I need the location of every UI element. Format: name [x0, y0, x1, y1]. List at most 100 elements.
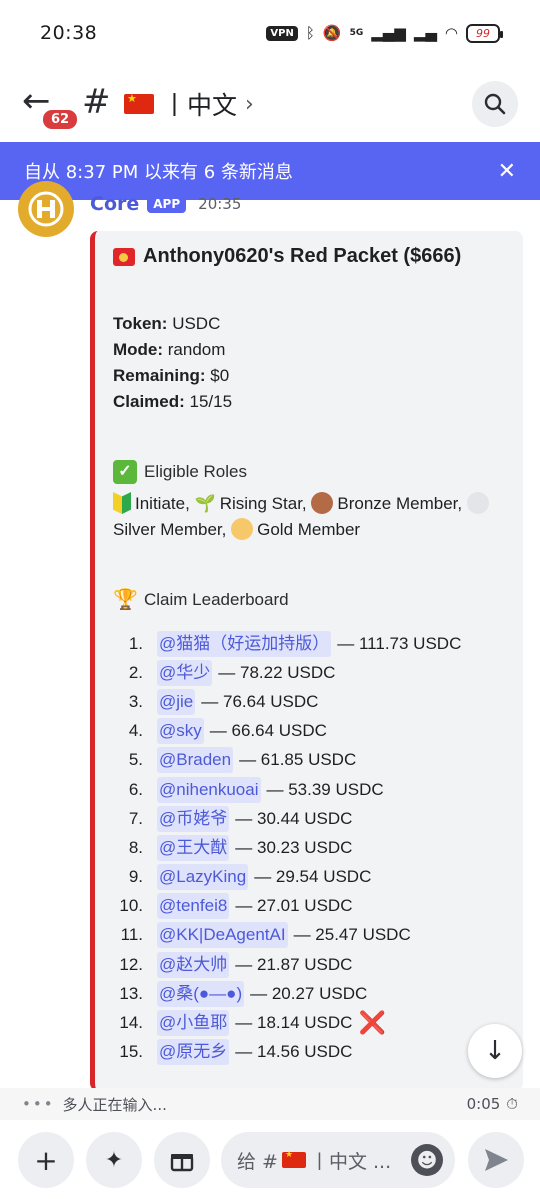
- jump-to-bottom-button[interactable]: ↓: [468, 1024, 522, 1078]
- wifi-icon: ◠: [444, 24, 458, 42]
- rank-number: 9.: [128, 867, 143, 887]
- user-mention[interactable]: @原无乡: [157, 1039, 230, 1066]
- user-mention[interactable]: @华少: [157, 659, 213, 686]
- signal-off-icon: ▂▄: [413, 24, 437, 42]
- user-mention[interactable]: @tenfei8: [157, 893, 230, 920]
- send-button[interactable]: [468, 1132, 524, 1188]
- input-placeholder-channel: 丨中文 ...: [309, 1150, 392, 1173]
- leaderboard-row: 11. @KK|DeAgentAI — 25.47 USDC: [113, 921, 507, 950]
- user-mention[interactable]: @sky: [157, 718, 204, 745]
- rank-number: 3.: [128, 691, 143, 711]
- claim-amount: — 53.39 USDC: [266, 779, 384, 799]
- leaderboard-row: 6. @nihenkuoai — 53.39 USDC: [113, 775, 507, 804]
- role-bronze: Bronze Member,: [337, 494, 463, 513]
- rank-number: 8.: [128, 837, 143, 857]
- leaderboard-row: 10. @tenfei8— 27.01 USDC: [113, 892, 507, 921]
- status-time: 20:38: [40, 22, 98, 44]
- user-mention[interactable]: @币姥爷: [157, 805, 230, 832]
- app-badge: APP: [147, 195, 187, 213]
- cross-mark-icon: ❌: [358, 1010, 386, 1036]
- user-mention[interactable]: @jie: [157, 688, 196, 715]
- beginner-badge-icon: [113, 492, 131, 514]
- leaderboard-row: 1. @猫猫（好运加持版） — 111.73 USDC: [113, 629, 507, 658]
- field-mode: Mode: random: [113, 340, 226, 359]
- channel-header: ← 62 # 丨中文 ›: [0, 76, 540, 132]
- rank-number: 15.: [119, 1042, 143, 1062]
- claim-amount: — 66.64 USDC: [209, 721, 327, 741]
- leaderboard-row: 13. @桑(●—●) — 20.27 USDC: [113, 979, 507, 1008]
- claim-amount: — 20.27 USDC: [250, 983, 368, 1003]
- add-button[interactable]: +: [18, 1132, 74, 1188]
- banner-text: 自从 8:37 PM 以来有 6 条新消息: [24, 162, 293, 183]
- leaderboard-row: 14. @小鱼耶 — 18.14 USDC ❌: [113, 1008, 507, 1037]
- embed-fields: Token: USDC Mode: random Remaining: $0 C…: [113, 311, 507, 415]
- red-packet-embed: Anthony0620's Red Packet ($666) Token: U…: [90, 231, 523, 1091]
- typing-text: 多人正在输入...: [62, 1095, 167, 1114]
- claim-amount: — 29.54 USDC: [254, 867, 372, 887]
- channel-title[interactable]: 丨中文 ›: [124, 86, 254, 122]
- field-token: Token: USDC: [113, 314, 221, 333]
- user-mention[interactable]: @赵大帅: [157, 951, 230, 978]
- bronze-circle-icon: [311, 492, 334, 514]
- claim-amount: — 30.23 USDC: [235, 837, 353, 857]
- claim-amount: — 14.56 USDC: [235, 1042, 353, 1062]
- new-messages-banner[interactable]: 自从 8:37 PM 以来有 6 条新消息 ✕: [0, 142, 540, 200]
- user-mention[interactable]: @桑(●—●): [157, 980, 245, 1007]
- gold-circle-icon: [231, 518, 254, 540]
- search-icon: [484, 93, 506, 115]
- trophy-icon: 🏆: [113, 589, 138, 611]
- red-envelope-icon: [113, 247, 135, 266]
- claim-amount: — 27.01 USDC: [235, 896, 353, 916]
- field-claimed: Claimed: 15/15: [113, 392, 233, 411]
- embed-title: Anthony0620's Red Packet ($666): [113, 245, 507, 268]
- author-name[interactable]: Core: [90, 193, 139, 215]
- channel-name: 丨中文: [162, 91, 238, 120]
- rank-number: 11.: [120, 925, 143, 945]
- input-placeholder-prefix: 给 #: [237, 1150, 278, 1173]
- arrow-down-icon: ↓: [484, 1036, 506, 1066]
- status-icons: VPN ᛒ 🔕 5G ▂▄▆ ▂▄ ◠ 99: [266, 23, 503, 43]
- emoji-icon[interactable]: ☻: [411, 1144, 443, 1176]
- typing-dots-icon: •••: [22, 1095, 55, 1113]
- unread-badge: 62: [40, 107, 81, 132]
- battery-icon: 99: [466, 23, 503, 43]
- user-mention[interactable]: @小鱼耶: [157, 1010, 230, 1037]
- user-mention[interactable]: @LazyKing: [157, 864, 249, 891]
- rank-number: 1.: [128, 633, 143, 653]
- avatar[interactable]: [18, 181, 74, 237]
- apps-button[interactable]: ✦: [86, 1132, 142, 1188]
- role-gold: Gold Member: [257, 520, 361, 539]
- rank-number: 6.: [128, 779, 143, 799]
- rank-number: 13.: [119, 983, 143, 1003]
- leaderboard-row: 3. @jie — 76.64 USDC: [113, 687, 507, 716]
- claim-amount: — 30.44 USDC: [235, 808, 353, 828]
- user-mention[interactable]: @猫猫（好运加持版）: [157, 630, 332, 657]
- message-header: Core APP 20:35: [90, 193, 241, 215]
- stopwatch-icon: ⏱: [506, 1095, 518, 1113]
- claim-amount: — 25.47 USDC: [293, 925, 411, 945]
- apps-icon: ✦: [104, 1147, 124, 1173]
- eligible-roles-section: ✓ Eligible Roles Initiate, 🌱 Rising Star,…: [113, 459, 507, 543]
- leaderboard-row: 12. @赵大帅 — 21.87 USDC: [113, 950, 507, 979]
- gift-button[interactable]: [154, 1132, 210, 1188]
- leaderboard-row: 2. @华少 — 78.22 USDC: [113, 658, 507, 687]
- role-initiate: Initiate,: [135, 494, 190, 513]
- message-composer: + ✦ 给 # 丨中文 ... ☻: [0, 1120, 540, 1199]
- status-bar: 20:38 VPN ᛒ 🔕 5G ▂▄▆ ▂▄ ◠ 99: [0, 0, 540, 66]
- rank-number: 14.: [119, 1013, 143, 1033]
- user-mention[interactable]: @nihenkuoai: [157, 776, 261, 803]
- user-mention[interactable]: @Braden: [157, 747, 234, 774]
- signal-icon: ▂▄▆: [371, 24, 406, 42]
- search-button[interactable]: [472, 81, 518, 127]
- silver-circle-icon: [466, 492, 489, 514]
- send-icon: [485, 1149, 508, 1171]
- message-input[interactable]: 给 # 丨中文 ... ☻: [221, 1132, 455, 1188]
- network-label: 5G: [349, 28, 364, 38]
- plus-icon: +: [34, 1143, 58, 1177]
- close-icon[interactable]: ✕: [498, 159, 516, 184]
- user-mention[interactable]: @王大猷: [157, 834, 230, 861]
- leaderboard-section: 🏆 Claim Leaderboard 1. @猫猫（好运加持版） — 111.73…: [113, 587, 507, 1067]
- rank-number: 5.: [128, 750, 143, 770]
- user-mention[interactable]: @KK|DeAgentAI: [157, 922, 288, 949]
- leaderboard-row: 4. @sky — 66.64 USDC: [113, 717, 507, 746]
